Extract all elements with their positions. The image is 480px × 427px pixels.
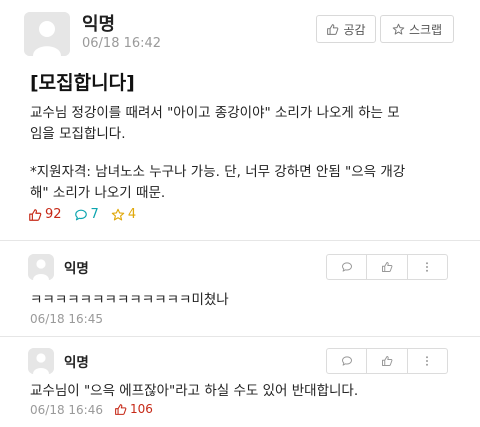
vertical-dots-icon (426, 356, 429, 366)
thumbs-up-icon (29, 208, 42, 221)
like-button[interactable]: 공감 (316, 15, 376, 43)
scrap-button[interactable]: 스크랩 (380, 15, 454, 43)
scrap-count: 4 (111, 207, 136, 222)
post-author: 익명 (82, 14, 116, 35)
star-icon (111, 208, 125, 220)
speech-bubble-icon (74, 209, 87, 220)
reply-button[interactable] (327, 255, 368, 279)
comment-text: 교수님이 "으윽 에프잖아"라고 하실 수도 있어 반대합니다. (30, 383, 359, 399)
post: 익명 06/18 16:42 공감 스크랩 [모집합니다] 교수님 정강이를 때… (0, 0, 480, 240)
comment-count-value: 7 (90, 207, 99, 222)
post-stats: 92 7 4 (28, 207, 148, 222)
speech-bubble-icon (341, 356, 352, 366)
comment-actions (326, 254, 448, 280)
thumbs-up-icon (327, 23, 339, 35)
comment-like-count-value: 106 (130, 402, 153, 416)
thumbs-up-icon (381, 356, 393, 366)
star-icon (392, 23, 405, 35)
post-title: [모집합니다] (30, 72, 135, 94)
thumbs-up-icon (115, 403, 127, 415)
comment-date: 06/18 16:46 (30, 403, 103, 417)
comment-item: 익명 ㅋㅋㅋㅋㅋㅋㅋㅋㅋㅋㅋㅋㅋ미쳤나 06/18 16:45 (0, 241, 480, 336)
scrap-count-value: 4 (127, 207, 137, 222)
comment-author: 익명 (64, 355, 89, 371)
comment-like-count: 106 (114, 402, 153, 416)
thumbs-up-icon (381, 262, 393, 272)
vertical-dots-icon (426, 262, 429, 272)
like-count-value: 92 (45, 207, 62, 222)
post-paragraph: 교수님 정강이를 때려서 "아이고 종강이야" 소리가 나오게 하는 모 임을 … (30, 105, 400, 142)
like-button-label: 공감 (343, 22, 366, 37)
post-author-avatar (24, 12, 70, 56)
like-count: 92 (28, 207, 62, 222)
comment-author-avatar (28, 254, 54, 280)
comment-author: 익명 (64, 261, 89, 277)
comment-actions (326, 348, 448, 374)
default-avatar-icon (24, 12, 70, 56)
comment-date: 06/18 16:45 (30, 312, 103, 326)
more-options-button[interactable] (408, 255, 447, 279)
speech-bubble-icon (341, 262, 352, 272)
comment-item: 익명 교수님이 "으윽 에프잖아"라고 하실 수도 있어 반대합니다. 06/1… (0, 337, 480, 427)
scrap-button-label: 스크랩 (408, 22, 443, 37)
post-body: 교수님 정강이를 때려서 "아이고 종강이야" 소리가 나오게 하는 모 임을 … (30, 103, 460, 221)
default-avatar-icon (28, 254, 54, 280)
post-paragraph: *지원자격: 남녀노소 누구나 가능. 단, 너무 강하면 안됨 "으윽 개강 … (30, 164, 406, 201)
comment-like-button[interactable] (367, 349, 408, 373)
comment-text: ㅋㅋㅋㅋㅋㅋㅋㅋㅋㅋㅋㅋㅋ미쳤나 (30, 292, 229, 308)
reply-button[interactable] (327, 349, 368, 373)
post-date: 06/18 16:42 (82, 36, 162, 51)
comment-count: 7 (74, 207, 99, 222)
comment-author-avatar (28, 348, 54, 374)
comment-like-button[interactable] (367, 255, 408, 279)
more-options-button[interactable] (408, 349, 447, 373)
default-avatar-icon (28, 348, 54, 374)
